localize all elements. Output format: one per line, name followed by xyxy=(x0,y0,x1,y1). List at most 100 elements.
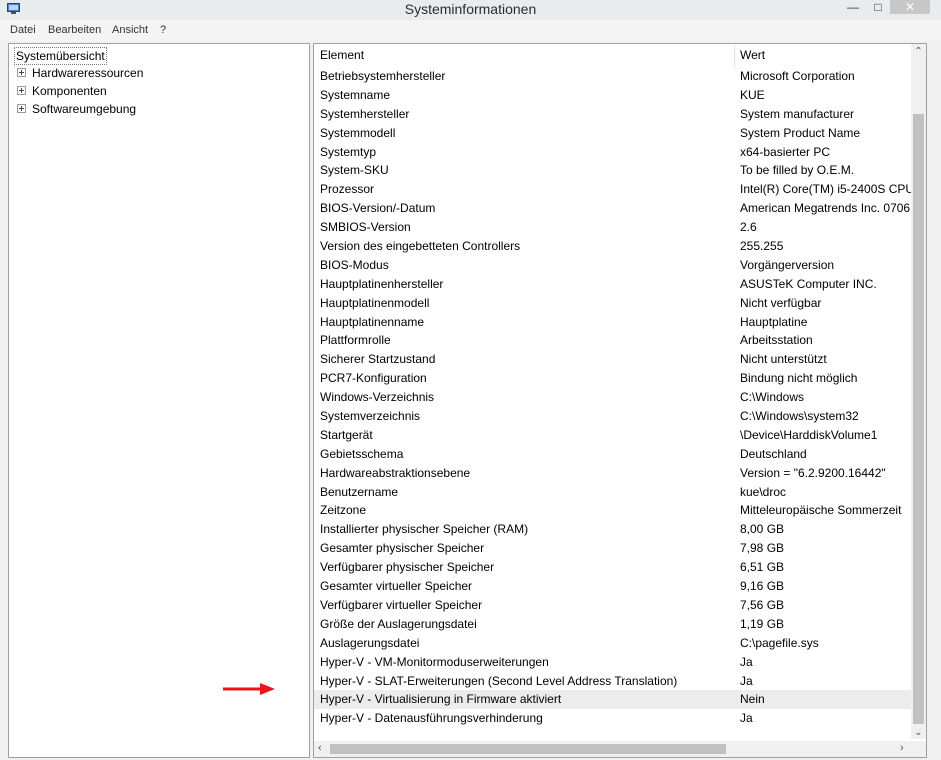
table-row[interactable]: Hyper-V - Virtualisierung in Firmware ak… xyxy=(314,690,911,710)
table-row[interactable]: Startgerät \Device\HarddiskVolume1 xyxy=(314,426,911,445)
scroll-right-icon[interactable]: › xyxy=(900,742,904,754)
menu-help[interactable]: ? xyxy=(160,24,166,36)
table-row[interactable]: Prozessor Intel(R) Core(TM) i5-2400S CPU … xyxy=(314,180,911,199)
cell-element: SMBIOS-Version xyxy=(320,220,411,235)
cell-element: Verfügbarer virtueller Speicher xyxy=(320,597,483,612)
cell-element: Prozessor xyxy=(320,182,375,197)
table-row[interactable]: Auslagerungsdatei C:\pagefile.sys xyxy=(314,634,911,653)
tree-item-systemuebersicht[interactable]: Systemübersicht xyxy=(14,47,107,65)
expand-icon[interactable] xyxy=(17,68,26,78)
table-row[interactable]: Systemtyp x64-basierter PC xyxy=(314,143,911,162)
cell-value: Deutschland xyxy=(740,446,807,461)
cell-element: Systemmodell xyxy=(320,125,396,140)
tree-item-softwareumgebung[interactable]: Softwareumgebung xyxy=(17,102,136,116)
cell-element: Version des eingebetteten Controllers xyxy=(320,239,521,254)
table-row[interactable]: System-SKU To be filled by O.E.M. xyxy=(314,161,911,180)
table-row[interactable]: Systemhersteller System manufacturer xyxy=(314,105,911,124)
cell-element: Hyper-V - Virtualisierung in Firmware ak… xyxy=(320,692,562,707)
table-row[interactable]: Plattformrolle Arbeitsstation xyxy=(314,331,911,350)
table-row[interactable]: Installierter physischer Speicher (RAM) 8… xyxy=(314,520,911,539)
table-row[interactable]: Windows-Verzeichnis C:\Windows xyxy=(314,388,911,407)
cell-value: C:\Windows xyxy=(740,390,805,405)
table-row[interactable]: Benutzername kue\droc xyxy=(314,483,911,502)
table-row[interactable]: Gebietsschema Deutschland xyxy=(314,445,911,464)
tree-item-hardwareressourcen[interactable]: Hardwareressourcen xyxy=(17,66,143,80)
cell-element: Systemverzeichnis xyxy=(320,409,421,424)
table-row[interactable]: Gesamter physischer Speicher 7,98 GB xyxy=(314,539,911,558)
cell-element: Systemtyp xyxy=(320,144,377,159)
column-divider[interactable] xyxy=(734,45,735,67)
menu-bearbeiten[interactable]: Bearbeiten xyxy=(48,24,101,36)
table-row[interactable]: SMBIOS-Version 2.6 xyxy=(314,218,911,237)
menu-bar: Datei Bearbeiten Ansicht ? xyxy=(0,20,941,41)
horizontal-scrollbar[interactable]: ‹ › xyxy=(314,741,911,757)
expand-icon[interactable] xyxy=(17,86,26,96)
close-button[interactable]: ✕ xyxy=(890,0,930,14)
table-row[interactable]: Größe der Auslagerungsdatei 1,19 GB xyxy=(314,615,911,634)
cell-value: To be filled by O.E.M. xyxy=(740,163,855,178)
cell-value: System Product Name xyxy=(740,125,861,140)
table-body: Betriebsystemhersteller Microsoft Corpora… xyxy=(314,67,911,728)
cell-value: Microsoft Corporation xyxy=(740,69,855,83)
menu-datei[interactable]: Datei xyxy=(10,24,36,36)
column-header-element[interactable]: Element xyxy=(320,48,364,62)
cell-element: Gesamter physischer Speicher xyxy=(320,541,485,556)
horizontal-scroll-thumb[interactable] xyxy=(330,744,726,754)
vertical-scrollbar[interactable]: ⌃ ⌄ xyxy=(911,44,926,739)
scrollbar-corner xyxy=(911,741,926,757)
menu-ansicht[interactable]: Ansicht xyxy=(112,24,148,36)
cell-element: Gebietsschema xyxy=(320,446,404,461)
table-row[interactable]: PCR7-Konfiguration Bindung nicht möglich xyxy=(314,369,911,388)
cell-element: Verfügbarer physischer Speicher xyxy=(320,560,495,575)
table-row[interactable]: Hauptplatinenmodell Nicht verfügbar xyxy=(314,294,911,313)
expand-icon[interactable] xyxy=(17,104,26,114)
table-row[interactable]: BIOS-Version/-Datum American Megatrends I… xyxy=(314,199,911,218)
cell-value: x64-basierter PC xyxy=(740,144,831,159)
cell-element: Hyper-V - VM-Monitormoduserweiterungen xyxy=(320,654,549,669)
scroll-left-icon[interactable]: ‹ xyxy=(318,742,322,754)
table-row[interactable]: Hauptplatinenname Hauptplatine xyxy=(314,313,911,332)
vertical-scroll-thumb[interactable] xyxy=(913,114,924,724)
table-row[interactable]: Hyper-V - VM-Monitormoduserweiterungen Ja xyxy=(314,653,911,672)
scroll-down-icon[interactable]: ⌄ xyxy=(911,727,926,738)
cell-element: Größe der Auslagerungsdatei xyxy=(320,616,477,631)
cell-element: Sicherer Startzustand xyxy=(320,352,436,367)
cell-value: 8,00 GB xyxy=(740,522,785,537)
cell-value: kue\droc xyxy=(740,484,787,499)
cell-element: Betriebsystemhersteller xyxy=(320,69,446,83)
cell-element: Hauptplatinenhersteller xyxy=(320,276,444,291)
table-row[interactable]: Sicherer Startzustand Nicht unterstützt xyxy=(314,350,911,369)
table-row[interactable]: Hyper-V - Datenausführungsverhinderung Ja xyxy=(314,709,911,728)
table-row[interactable]: Verfügbarer physischer Speicher 6,51 GB xyxy=(314,558,911,577)
tree-item-komponenten[interactable]: Komponenten xyxy=(17,84,107,98)
table-row[interactable]: Systemverzeichnis C:\Windows\system32 xyxy=(314,407,911,426)
cell-value: 1,19 GB xyxy=(740,616,785,631)
table-row[interactable]: BIOS-Modus Vorgängerversion xyxy=(314,256,911,275)
table-row[interactable]: Hauptplatinenhersteller ASUSTeK Computer … xyxy=(314,275,911,294)
cell-element: PCR7-Konfiguration xyxy=(320,371,427,386)
table-row[interactable]: Systemmodell System Product Name xyxy=(314,124,911,143)
red-arrow-icon xyxy=(223,683,275,695)
tree-item-label: Hardwareressourcen xyxy=(32,66,144,80)
scroll-up-icon[interactable]: ⌃ xyxy=(911,46,926,57)
cell-element: Windows-Verzeichnis xyxy=(320,390,435,405)
cell-element: Startgerät xyxy=(320,427,373,442)
table-row[interactable]: Verfügbarer virtueller Speicher 7,56 GB xyxy=(314,596,911,615)
cell-value: \Device\HarddiskVolume1 xyxy=(740,427,878,442)
table-row[interactable]: Version des eingebetteten Controllers 255… xyxy=(314,237,911,256)
table-row[interactable]: Hyper-V - SLAT-Erweiterungen (Second Lev… xyxy=(314,672,911,691)
cell-element: Benutzername xyxy=(320,484,399,499)
table-row[interactable]: Hardwareabstraktionsebene Version = "6.2.… xyxy=(314,464,911,483)
table-row[interactable]: Betriebsystemhersteller Microsoft Corpora… xyxy=(314,67,911,86)
column-header-value[interactable]: Wert xyxy=(740,48,765,62)
minimize-button[interactable]: — xyxy=(842,0,864,14)
cell-value: Ja xyxy=(740,654,753,669)
table-row[interactable]: Systemname KUE xyxy=(314,86,911,105)
cell-value: System manufacturer xyxy=(740,106,855,121)
table-row[interactable]: Gesamter virtueller Speicher 9,16 GB xyxy=(314,577,911,596)
cell-value: Ja xyxy=(740,711,753,726)
cell-value: American Megatrends Inc. 0706, xyxy=(740,201,911,216)
maximize-button[interactable]: □ xyxy=(867,0,889,14)
cell-value: 255.255 xyxy=(740,239,784,254)
table-row[interactable]: Zeitzone Mitteleuropäische Sommerzeit xyxy=(314,501,911,520)
